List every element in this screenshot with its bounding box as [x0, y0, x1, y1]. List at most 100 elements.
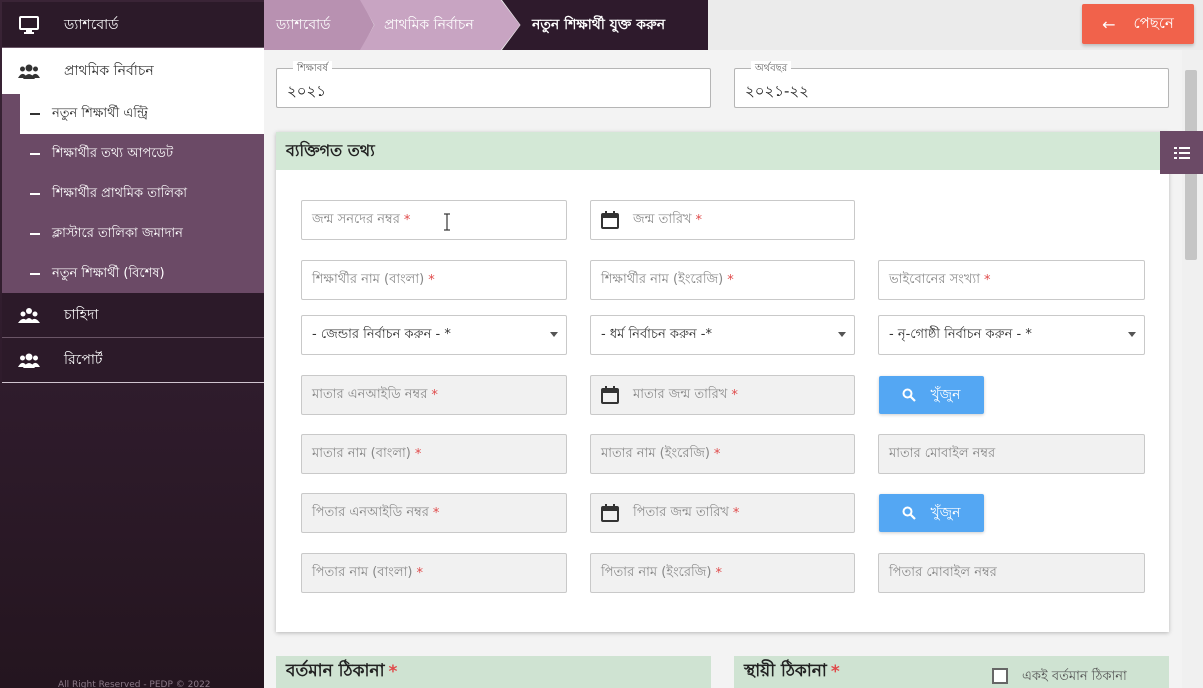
footer-copyright: All Right Reserved - PEDP © 2022 [58, 680, 211, 688]
mother-name-en-input[interactable]: মাতার নাম (ইংরেজি) * [590, 434, 855, 474]
select-value: - ধর্ম নির্বাচন করুন -* [601, 326, 713, 342]
calendar-icon [601, 211, 619, 229]
required-mark: * [732, 505, 740, 521]
calendar-icon [601, 386, 619, 404]
birth-reg-input[interactable]: জন্ম সনদের নম্বর * [301, 200, 567, 240]
placeholder: জন্ম তারিখ [633, 211, 692, 227]
submenu-label: নতুন শিক্ষার্থী (বিশেষ) [52, 265, 165, 281]
required-mark: * [388, 662, 398, 682]
religion-select[interactable]: - ধর্ম নির্বাচন করুন -* [590, 315, 855, 355]
submenu-label: ক্লাস্টারে তালিকা জমাদান [52, 225, 183, 241]
list-icon [1173, 146, 1190, 159]
placeholder: পিতার নাম (বাংলা) [312, 564, 413, 580]
placeholder: মাতার নাম (ইংরেজি) [601, 445, 710, 461]
same-as-present-label: একই বর্তমান ঠিকানা [1022, 669, 1127, 684]
breadcrumb-current-page: নতুন শিক্ষার্থী যুক্ত করুন [502, 0, 708, 50]
student-name-en-input[interactable]: শিক্ষার্থীর নাম (ইংরেজি) * [590, 260, 855, 300]
monitor-icon [18, 15, 40, 35]
placeholder: ভাইবোনের সংখ্যা [889, 271, 980, 287]
fiscal-year-field[interactable]: অর্থবছর ২০২১-২২ [734, 61, 1169, 108]
placeholder: শিক্ষার্থীর নাম (ইংরেজি) [601, 271, 724, 287]
breadcrumb-dashboard[interactable]: ড্যাশবোর্ড [264, 0, 374, 50]
father-name-en-input[interactable]: পিতার নাম (ইংরেজি) * [590, 553, 855, 593]
required-mark: * [414, 446, 422, 462]
required-mark: * [432, 505, 440, 521]
sidebar-item-label: চাহিদা [64, 307, 99, 323]
mother-mobile-input[interactable]: মাতার মোবাইল নম্বর [878, 434, 1145, 474]
father-dob-input[interactable]: পিতার জন্ম তারিখ * [590, 493, 855, 533]
placeholder: পিতার নাম (ইংরেজি) [601, 564, 712, 580]
academic-year-field[interactable]: শিক্ষাবর্ষ ২০২১ [276, 61, 711, 108]
sidebar-item-label: প্রাথমিক নির্বাচন [64, 63, 154, 79]
student-name-bn-input[interactable]: শিক্ষার্থীর নাম (বাংলা) * [301, 260, 567, 300]
sidebar-item-label: রিপোর্ট [64, 352, 103, 368]
mother-search-button[interactable]: খুঁজুন [879, 376, 984, 414]
sidebar-item-primary-selection[interactable]: প্রাথমিক নির্বাচন [2, 48, 264, 94]
siblings-count-input[interactable]: ভাইবোনের সংখ্যা * [878, 260, 1145, 300]
users-icon [18, 350, 40, 370]
required-mark: * [983, 272, 991, 288]
list-toggle-button[interactable] [1160, 131, 1203, 174]
mother-name-bn-input[interactable]: মাতার নাম (বাংলা) * [301, 434, 567, 474]
placeholder: শিক্ষার্থীর নাম (বাংলা) [312, 271, 425, 287]
required-mark: * [403, 212, 411, 228]
mother-nid-input[interactable]: মাতার এনআইডি নম্বর * [301, 375, 567, 415]
submenu-label: নতুন শিক্ষার্থী এন্ট্রি [52, 105, 148, 121]
chevron-down-icon [838, 332, 846, 337]
dash-icon [30, 153, 40, 155]
dash-icon [30, 233, 40, 235]
birth-date-input[interactable]: জন্ম তারিখ * [590, 200, 855, 240]
father-search-button[interactable]: খুঁজুন [879, 494, 984, 532]
users-group-icon [18, 305, 40, 325]
sidebar-submenu: নতুন শিক্ষার্থী এন্ট্রি শিক্ষার্থীর তথ্য… [2, 94, 264, 293]
father-nid-input[interactable]: পিতার এনআইডি নম্বর * [301, 493, 567, 533]
button-label: খুঁজুন [930, 387, 961, 403]
gender-select[interactable]: - জেন্ডার নির্বাচন করুন - * [301, 315, 567, 355]
search-icon [902, 388, 917, 402]
required-mark: * [715, 565, 722, 581]
users-icon [18, 61, 40, 81]
placeholder: পিতার এনআইডি নম্বর [312, 504, 429, 520]
section-title: বর্তমান ঠিকানা [286, 661, 385, 681]
required-mark: * [416, 565, 423, 581]
select-value: - জেন্ডার নির্বাচন করুন - * [312, 326, 451, 342]
ethnic-group-select[interactable]: - নৃ-গোষ্ঠী নির্বাচন করুন - * [878, 315, 1145, 355]
submenu-label: শিক্ষার্থীর তথ্য আপডেট [52, 145, 174, 161]
required-mark: * [830, 662, 840, 682]
text-cursor-icon [444, 213, 450, 231]
placeholder: পিতার মোবাইল নম্বর [889, 564, 997, 580]
back-button[interactable]: ← পেছনে [1082, 4, 1194, 44]
submenu-new-student-special[interactable]: নতুন শিক্ষার্থী (বিশেষ) [2, 254, 264, 294]
placeholder: মাতার নাম (বাংলা) [312, 445, 411, 461]
mother-dob-input[interactable]: মাতার জন্ম তারিখ * [590, 375, 855, 415]
dash-icon [30, 193, 40, 195]
back-button-label: পেছনে [1133, 13, 1174, 32]
button-label: খুঁজুন [930, 505, 961, 521]
placeholder: মাতার মোবাইল নম্বর [889, 445, 996, 461]
required-mark: * [713, 446, 721, 462]
sidebar-item-dashboard[interactable]: ড্যাশবোর্ড [2, 2, 264, 48]
placeholder: মাতার এনআইডি নম্বর [312, 386, 428, 402]
required-mark: * [695, 212, 703, 228]
same-as-present-checkbox[interactable] [992, 668, 1008, 684]
section-title: ব্যক্তিগত তথ্য [276, 132, 1169, 170]
submenu-new-student-entry[interactable]: নতুন শিক্ষার্থী এন্ট্রি [20, 94, 264, 134]
father-mobile-input[interactable]: পিতার মোবাইল নম্বর [878, 553, 1145, 593]
father-name-bn-input[interactable]: পিতার নাম (বাংলা) * [301, 553, 567, 593]
required-mark: * [731, 387, 738, 403]
placeholder: জন্ম সনদের নম্বর [312, 211, 400, 227]
sidebar-item-report[interactable]: রিপোর্ট [2, 338, 264, 383]
field-label: শিক্ষাবর্ষ [293, 61, 332, 78]
submenu-student-primary-list[interactable]: শিক্ষার্থীর প্রাথমিক তালিকা [2, 174, 264, 214]
submenu-student-info-update[interactable]: শিক্ষার্থীর তথ্য আপডেট [2, 134, 264, 174]
sidebar-item-demand[interactable]: চাহিদা [2, 293, 264, 338]
search-icon [902, 506, 917, 520]
sidebar-item-label: ড্যাশবোর্ড [64, 16, 119, 33]
required-mark: * [431, 387, 438, 403]
chevron-down-icon [550, 332, 558, 337]
submenu-cluster-submission[interactable]: ক্লাস্টারে তালিকা জমাদান [2, 214, 264, 254]
required-mark: * [428, 272, 435, 288]
chevron-down-icon [1128, 332, 1136, 337]
dash-icon [30, 113, 40, 115]
breadcrumb-primary-selection[interactable]: প্রাথমিক নির্বাচন [360, 0, 520, 50]
